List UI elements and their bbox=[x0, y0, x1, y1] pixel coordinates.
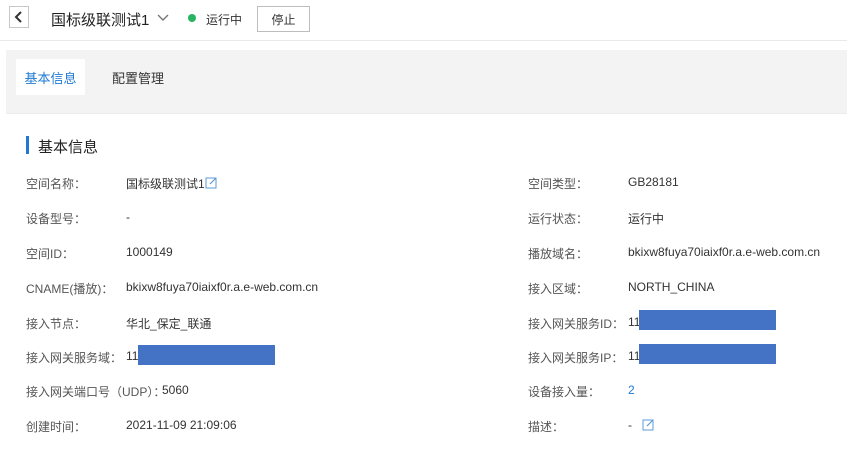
tab-bar: 基本信息 配置管理 bbox=[6, 50, 847, 95]
created-at-value: 2021-11-09 21:09:06 bbox=[126, 418, 237, 432]
back-button[interactable] bbox=[9, 6, 29, 28]
gateway-id-label: 接入网关服务ID： bbox=[528, 317, 625, 331]
edit-icon[interactable] bbox=[205, 176, 218, 189]
gateway-ip-label: 接入网关服务IP： bbox=[528, 351, 624, 365]
space-type-value: GB28181 bbox=[628, 175, 679, 189]
edit-icon[interactable] bbox=[642, 418, 655, 431]
status-text: 运行中 bbox=[206, 13, 243, 27]
page-header: 国标级联测试1 运行中 停止 bbox=[0, 0, 847, 41]
play-domain-label: 播放域名： bbox=[528, 247, 589, 261]
access-node-value: 华北_保定_联通 bbox=[126, 317, 212, 331]
play-domain-value: bkixw8fuya70iaixf0r.a.e-web.com.cn bbox=[628, 245, 821, 259]
device-count-link[interactable]: 2 bbox=[628, 383, 635, 397]
section-accent-bar bbox=[26, 136, 29, 154]
created-at-label: 创建时间： bbox=[26, 420, 87, 434]
page-title: 国标级联测试1 bbox=[51, 12, 150, 29]
panel-gap bbox=[6, 95, 847, 113]
tab-basic-info[interactable]: 基本信息 bbox=[16, 59, 85, 95]
status-indicator bbox=[188, 14, 196, 22]
stop-button[interactable]: 停止 bbox=[257, 6, 310, 32]
gateway-port-value: 5060 bbox=[162, 383, 189, 397]
access-region-label: 接入区域： bbox=[528, 282, 589, 296]
chevron-left-icon bbox=[14, 11, 22, 23]
redaction-block bbox=[639, 344, 776, 364]
gateway-domain-value: 11 bbox=[126, 349, 139, 363]
access-region-value: NORTH_CHINA bbox=[628, 280, 715, 294]
gateway-domain-label: 接入网关服务域： bbox=[26, 351, 123, 365]
space-name-label: 空间名称： bbox=[26, 177, 87, 191]
redaction-block bbox=[138, 345, 275, 365]
run-status-label: 运行状态： bbox=[528, 212, 589, 226]
space-id-value: 1000149 bbox=[126, 245, 173, 259]
space-id-label: 空间ID： bbox=[26, 247, 75, 261]
section-title: 基本信息 bbox=[38, 139, 99, 156]
redaction-block bbox=[639, 310, 776, 330]
device-model-value: - bbox=[126, 210, 130, 224]
run-status-value: 运行中 bbox=[628, 212, 665, 226]
access-node-label: 接入节点： bbox=[26, 317, 87, 331]
tab-config-management[interactable]: 配置管理 bbox=[102, 59, 174, 95]
device-count-label: 设备接入量： bbox=[528, 385, 601, 399]
gateway-port-label: 接入网关端口号（UDP）： bbox=[26, 385, 166, 399]
cname-label: CNAME(播放)： bbox=[26, 282, 114, 296]
space-type-label: 空间类型： bbox=[528, 177, 589, 191]
description-label: 描述： bbox=[528, 420, 565, 434]
chevron-down-icon[interactable] bbox=[156, 10, 170, 24]
space-name-value: 国标级联测试1 bbox=[126, 177, 205, 191]
cname-value: bkixw8fuya70iaixf0r.a.e-web.com.cn bbox=[126, 280, 319, 294]
device-model-label: 设备型号： bbox=[26, 212, 87, 226]
description-value: - bbox=[628, 418, 632, 432]
